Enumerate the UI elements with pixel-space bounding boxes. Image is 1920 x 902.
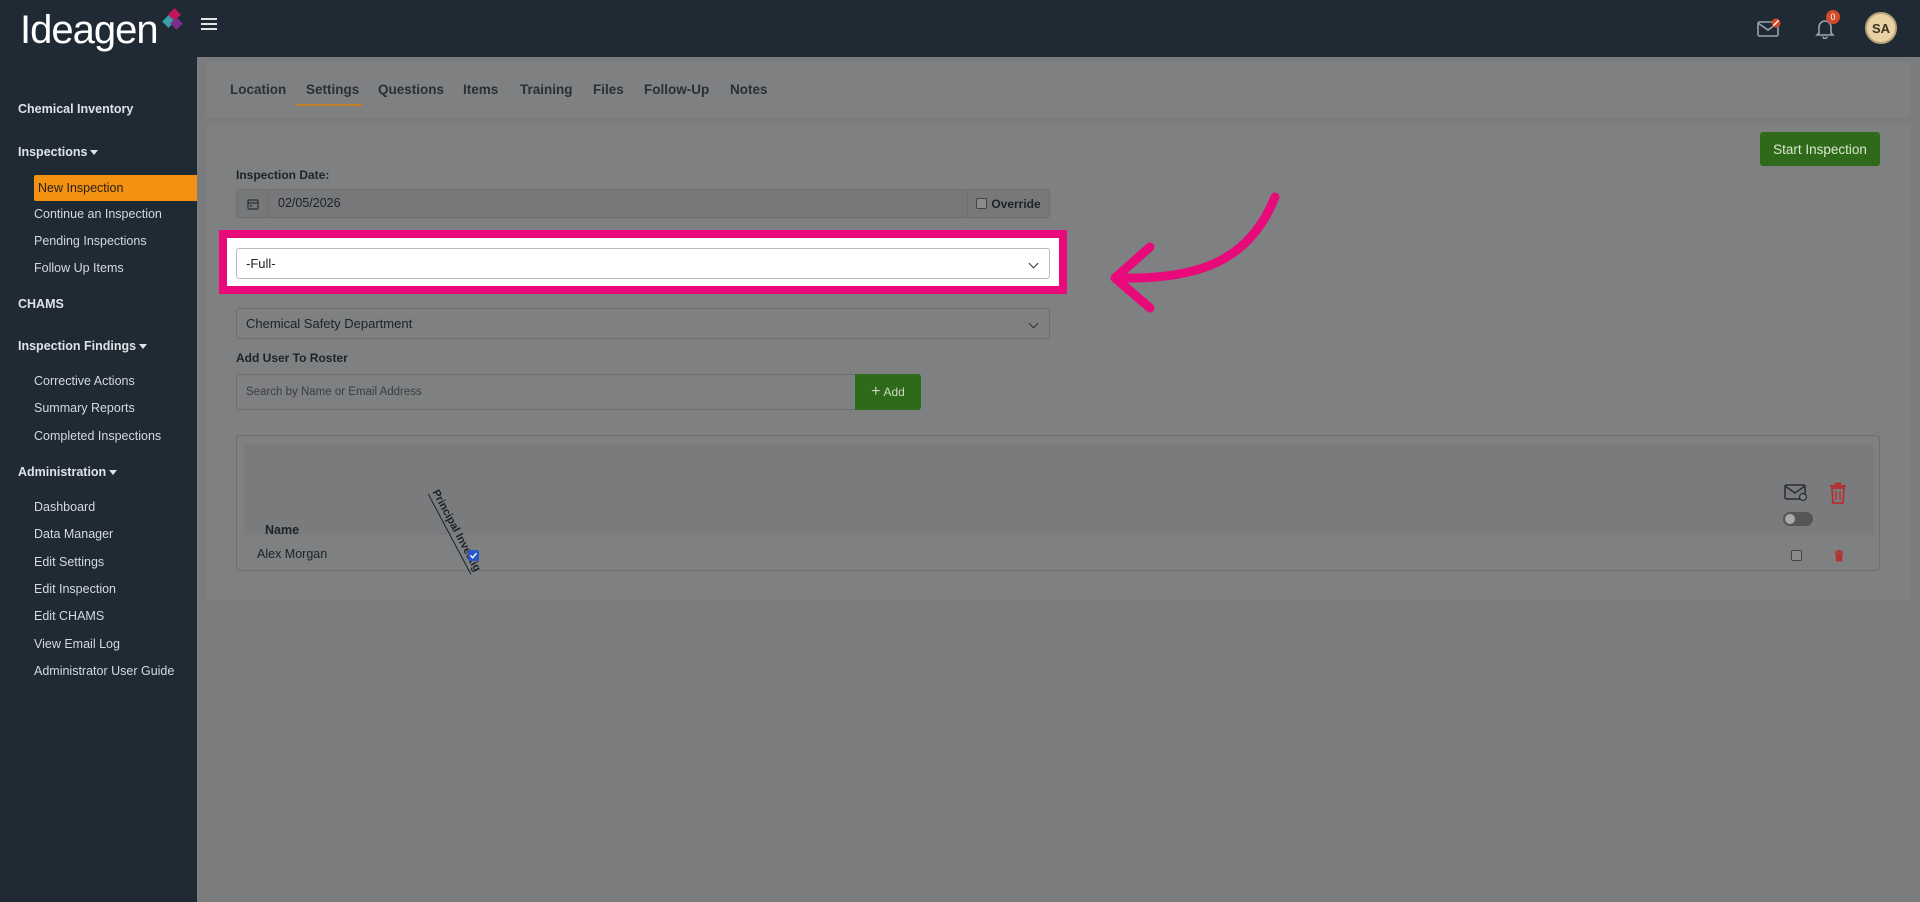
sidebar-item-chams[interactable]: CHAMS [18, 297, 64, 311]
sidebar-item-chemical-inventory[interactable]: Chemical Inventory [18, 102, 133, 116]
sidebar-item-corrective-actions[interactable]: Corrective Actions [34, 374, 135, 388]
add-user-button[interactable]: + Add [855, 374, 921, 410]
sidebar-item-edit-chams[interactable]: Edit CHAMS [34, 609, 104, 623]
ideagen-logo[interactable]: Ideagen [20, 8, 184, 60]
sidebar-item-edit-settings[interactable]: Edit Settings [34, 555, 104, 569]
bell-icon[interactable]: 0 [1808, 10, 1842, 44]
sidebar-item-inspection-findings[interactable]: Inspection Findings [18, 339, 148, 353]
sidebar-item-completed-inspections[interactable]: Completed Inspections [34, 429, 161, 443]
mail-icon[interactable] [1752, 12, 1786, 44]
active-tab-indicator [296, 104, 362, 106]
principal-checkbox[interactable] [468, 550, 479, 561]
tab-items[interactable]: Items [463, 82, 498, 97]
hamburger-menu-icon[interactable] [201, 18, 217, 32]
logo-mark [160, 8, 184, 32]
sidebar-item-data-manager[interactable]: Data Manager [34, 527, 113, 541]
sidebar-item-administration[interactable]: Administration [18, 465, 118, 479]
inspection-type-value: -Full- [246, 256, 276, 271]
sidebar-item-label: Administration [18, 465, 107, 479]
caret-down-icon [139, 344, 148, 350]
delete-all-icon[interactable] [1829, 482, 1847, 509]
tab-notes[interactable]: Notes [730, 82, 768, 97]
inspection-date-label: Inspection Date: [236, 168, 330, 182]
calendar-icon[interactable] [237, 190, 269, 217]
delete-row-icon[interactable] [1834, 549, 1844, 567]
top-icons: 0 SA [1730, 10, 1898, 44]
tab-location[interactable]: Location [230, 82, 286, 97]
inspection-date-group: 02/05/2026 Override [236, 189, 1050, 218]
plus-icon: + [871, 383, 881, 400]
notification-badge: 0 [1826, 10, 1840, 24]
column-header-name[interactable]: Name [265, 523, 299, 537]
sidebar-item-label: Inspection Findings [18, 339, 137, 353]
email-all-icon[interactable] [1784, 482, 1808, 507]
start-inspection-button[interactable]: Start Inspection [1760, 132, 1880, 166]
tabs-panel: Location Settings Questions Items Traini… [206, 62, 1911, 118]
sidebar-item-label: Inspections [18, 145, 88, 159]
add-button-label: Add [883, 385, 905, 399]
email-toggle[interactable] [1783, 512, 1813, 526]
user-search-input[interactable]: Search by Name or Email Address [236, 374, 856, 410]
tab-questions[interactable]: Questions [378, 82, 444, 97]
inspection-date-input[interactable]: 02/05/2026 [269, 190, 967, 217]
chevron-down-icon [1028, 258, 1039, 269]
tab-follow-up[interactable]: Follow-Up [644, 82, 709, 97]
sidebar-item-summary-reports[interactable]: Summary Reports [34, 401, 135, 415]
tab-settings[interactable]: Settings [306, 82, 359, 97]
sidebar-item-new-inspection[interactable]: New Inspection [34, 175, 197, 201]
user-avatar[interactable]: SA [1864, 12, 1898, 44]
logo-text: Ideagen [20, 8, 159, 52]
override-checkbox[interactable]: Override [967, 190, 1049, 217]
email-row-checkbox[interactable] [1791, 550, 1802, 561]
inspection-type-select[interactable]: -Full- [236, 248, 1050, 279]
override-label: Override [991, 196, 1041, 211]
roster-header: Name Principal Investig [244, 444, 1874, 575]
tab-files[interactable]: Files [593, 82, 624, 97]
sidebar-item-inspections[interactable]: Inspections [18, 145, 99, 159]
caret-down-icon [109, 470, 118, 476]
department-select[interactable]: Chemical Safety Department [236, 308, 1050, 339]
sidebar-item-view-email-log[interactable]: View Email Log [34, 637, 120, 651]
sidebar-item-edit-inspection[interactable]: Edit Inspection [34, 582, 116, 596]
roster-table: Name Principal Investig Alex Morgan [236, 435, 1880, 575]
sidebar: Chemical Inventory Inspections New Inspe… [0, 57, 197, 902]
checkbox-icon [976, 198, 988, 209]
tab-training[interactable]: Training [520, 82, 573, 97]
avatar: SA [1865, 12, 1897, 44]
sidebar-item-dashboard[interactable]: Dashboard [34, 500, 95, 514]
add-user-label: Add User To Roster [236, 351, 348, 365]
department-value: Chemical Safety Department [246, 316, 413, 331]
chevron-down-icon [1028, 318, 1039, 329]
top-bar: Ideagen 0 SA [0, 0, 1920, 57]
sidebar-item-continue-inspection[interactable]: Continue an Inspection [34, 207, 162, 221]
sidebar-item-pending-inspections[interactable]: Pending Inspections [34, 234, 147, 248]
roster-row-name: Alex Morgan [257, 547, 328, 561]
sidebar-item-admin-user-guide[interactable]: Administrator User Guide [34, 664, 174, 678]
annotation-arrow-icon [1100, 185, 1290, 330]
sidebar-item-follow-up-items[interactable]: Follow Up Items [34, 261, 124, 275]
caret-down-icon [90, 150, 99, 156]
column-header-principal: Principal Investig [427, 487, 483, 575]
